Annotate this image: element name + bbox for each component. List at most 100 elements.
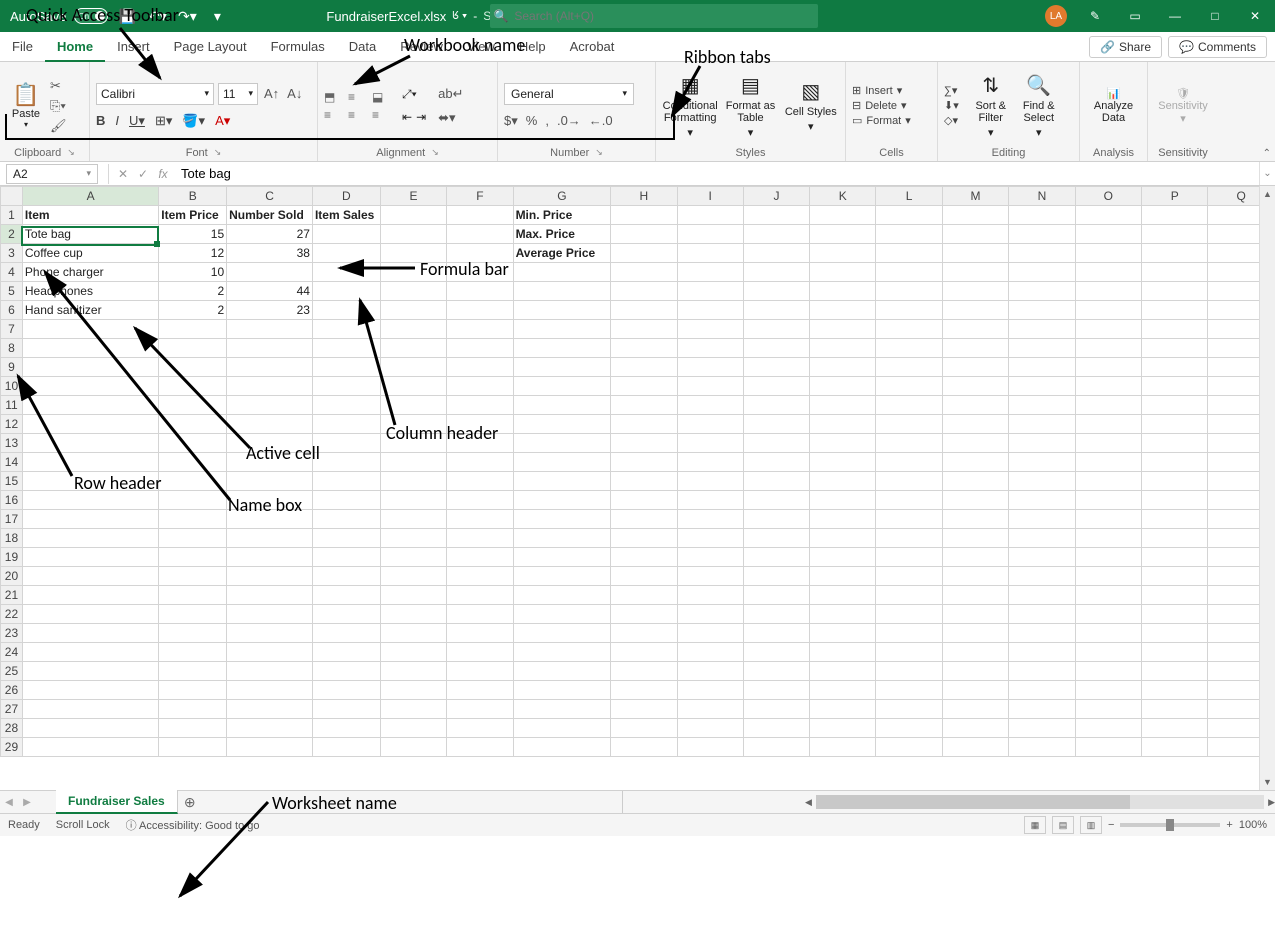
cell-M26[interactable]: [942, 681, 1008, 700]
cell-A4[interactable]: Phone charger: [22, 263, 158, 282]
cell-D23[interactable]: [312, 624, 380, 643]
cell-D21[interactable]: [312, 586, 380, 605]
cell-B5[interactable]: 2: [159, 282, 227, 301]
wrap-text-button[interactable]: ab↵: [438, 86, 463, 102]
row-header-19[interactable]: 19: [1, 548, 23, 567]
cell-M11[interactable]: [942, 396, 1008, 415]
cell-O19[interactable]: [1075, 548, 1141, 567]
row-header-20[interactable]: 20: [1, 567, 23, 586]
format-painter-icon[interactable]: 🖌: [50, 118, 67, 134]
row-header-1[interactable]: 1: [1, 206, 23, 225]
cell-H25[interactable]: [611, 662, 677, 681]
cell-B12[interactable]: [159, 415, 227, 434]
cell-D29[interactable]: [312, 738, 380, 757]
cell-I16[interactable]: [677, 491, 743, 510]
cell-D11[interactable]: [312, 396, 380, 415]
cell-I14[interactable]: [677, 453, 743, 472]
cell-I28[interactable]: [677, 719, 743, 738]
autosave-toggle[interactable]: On: [74, 8, 108, 24]
cell-I2[interactable]: [677, 225, 743, 244]
cell-I27[interactable]: [677, 700, 743, 719]
cell-K23[interactable]: [810, 624, 876, 643]
align-top-icon[interactable]: ⬒: [324, 90, 344, 104]
cell-K6[interactable]: [810, 301, 876, 320]
workbook-filename[interactable]: FundraiserExcel.xlsx: [326, 9, 446, 24]
cell-D15[interactable]: [312, 472, 380, 491]
cell-E19[interactable]: [380, 548, 446, 567]
cell-F26[interactable]: [447, 681, 513, 700]
cell-B29[interactable]: [159, 738, 227, 757]
paste-button[interactable]: 📋 Paste▾: [6, 82, 46, 129]
share-button[interactable]: 🔗 Share: [1089, 36, 1162, 58]
cell-H9[interactable]: [611, 358, 677, 377]
cell-J3[interactable]: [743, 244, 809, 263]
row-header-10[interactable]: 10: [1, 377, 23, 396]
cell-I8[interactable]: [677, 339, 743, 358]
cell-P26[interactable]: [1142, 681, 1208, 700]
cell-F11[interactable]: [447, 396, 513, 415]
cell-O18[interactable]: [1075, 529, 1141, 548]
cell-K22[interactable]: [810, 605, 876, 624]
cell-I4[interactable]: [677, 263, 743, 282]
cell-P28[interactable]: [1142, 719, 1208, 738]
cell-D4[interactable]: [312, 263, 380, 282]
cell-C13[interactable]: [227, 434, 313, 453]
cell-C15[interactable]: [227, 472, 313, 491]
column-header-M[interactable]: M: [942, 187, 1008, 206]
cell-C19[interactable]: [227, 548, 313, 567]
cell-O25[interactable]: [1075, 662, 1141, 681]
merge-center-button[interactable]: ⬌▾: [438, 110, 463, 126]
cell-N9[interactable]: [1009, 358, 1075, 377]
cell-N3[interactable]: [1009, 244, 1075, 263]
cell-C1[interactable]: Number Sold: [227, 206, 313, 225]
cell-F6[interactable]: [447, 301, 513, 320]
align-middle-icon[interactable]: ≡: [348, 90, 368, 104]
font-dialog-icon[interactable]: ↘: [214, 147, 222, 159]
increase-decimal-icon[interactable]: .0→: [557, 113, 581, 129]
comments-button[interactable]: 💬 Comments: [1168, 36, 1267, 58]
cell-L7[interactable]: [876, 320, 942, 339]
cell-D6[interactable]: [312, 301, 380, 320]
cell-L26[interactable]: [876, 681, 942, 700]
undo-icon[interactable]: ↶▾: [146, 5, 168, 27]
align-bottom-icon[interactable]: ⬓: [372, 90, 392, 104]
cell-G28[interactable]: [513, 719, 611, 738]
cell-B14[interactable]: [159, 453, 227, 472]
cell-M21[interactable]: [942, 586, 1008, 605]
column-header-G[interactable]: G: [513, 187, 611, 206]
cell-D5[interactable]: [312, 282, 380, 301]
cell-J1[interactable]: [743, 206, 809, 225]
cell-M1[interactable]: [942, 206, 1008, 225]
border-button[interactable]: ⊞▾: [155, 113, 172, 129]
cell-J20[interactable]: [743, 567, 809, 586]
cell-M23[interactable]: [942, 624, 1008, 643]
cell-P12[interactable]: [1142, 415, 1208, 434]
cell-B18[interactable]: [159, 529, 227, 548]
cell-H13[interactable]: [611, 434, 677, 453]
bold-button[interactable]: B: [96, 113, 105, 128]
cell-P13[interactable]: [1142, 434, 1208, 453]
insert-function-icon[interactable]: fx: [153, 167, 173, 181]
cell-J11[interactable]: [743, 396, 809, 415]
cell-O8[interactable]: [1075, 339, 1141, 358]
cell-F21[interactable]: [447, 586, 513, 605]
cut-icon[interactable]: ✂: [50, 78, 67, 94]
cell-C12[interactable]: [227, 415, 313, 434]
cell-K28[interactable]: [810, 719, 876, 738]
delete-cells-button[interactable]: ⊟ Delete ▾: [852, 99, 911, 112]
cell-K17[interactable]: [810, 510, 876, 529]
cell-O23[interactable]: [1075, 624, 1141, 643]
cell-G4[interactable]: [513, 263, 611, 282]
cell-O4[interactable]: [1075, 263, 1141, 282]
decrease-font-icon[interactable]: A↓: [285, 86, 304, 101]
row-header-23[interactable]: 23: [1, 624, 23, 643]
cell-O6[interactable]: [1075, 301, 1141, 320]
status-accessibility[interactable]: ⓘ Accessibility: Good to go: [126, 817, 260, 833]
zoom-in-button[interactable]: +: [1226, 819, 1232, 831]
cell-H24[interactable]: [611, 643, 677, 662]
column-header-K[interactable]: K: [810, 187, 876, 206]
search-input[interactable]: [512, 8, 818, 24]
cell-I29[interactable]: [677, 738, 743, 757]
cell-G2[interactable]: Max. Price: [513, 225, 611, 244]
cell-O28[interactable]: [1075, 719, 1141, 738]
